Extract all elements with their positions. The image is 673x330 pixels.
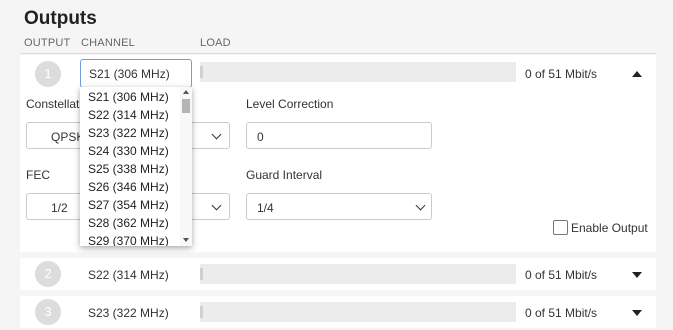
scrollbar-thumb[interactable] (182, 99, 190, 113)
caret-down-icon[interactable] (632, 310, 642, 316)
channel-value: S23 (322 MHz) (88, 306, 169, 320)
level-correction-label: Level Correction (246, 97, 334, 111)
dropdown-option[interactable]: S27 (354 MHz) (88, 198, 169, 212)
load-bar (200, 264, 516, 284)
dropdown-option[interactable]: S21 (306 MHz) (88, 90, 169, 104)
output-number-badge: 2 (35, 261, 61, 287)
fec-label: FEC (26, 168, 50, 182)
fec-value: 1/2 (51, 201, 68, 215)
dropdown-option[interactable]: S26 (346 MHz) (88, 180, 169, 194)
column-header-load: LOAD (200, 37, 231, 49)
dropdown-option[interactable]: S28 (362 MHz) (88, 216, 169, 230)
load-bar (200, 302, 516, 322)
output-card-2[interactable]: 2 S22 (314 MHz) 0 of 51 Mbit/s (20, 258, 656, 290)
load-bar-fill (200, 268, 203, 280)
level-correction-value: 0 (257, 130, 264, 144)
guard-interval-value: 1/4 (257, 201, 274, 215)
guard-interval-label: Guard Interval (246, 168, 323, 182)
dropdown-scrollbar[interactable] (180, 87, 192, 246)
guard-interval-select[interactable]: 1/4 (246, 193, 432, 220)
level-correction-input[interactable]: 0 (246, 122, 432, 149)
page-title: Outputs (24, 8, 97, 29)
dropdown-option[interactable]: S25 (338 MHz) (88, 162, 169, 176)
load-rate: 0 of 51 Mbit/s (525, 67, 598, 81)
load-rate: 0 of 51 Mbit/s (525, 268, 598, 282)
dropdown-option[interactable]: S24 (330 MHz) (88, 144, 169, 158)
scroll-down-icon[interactable] (183, 238, 189, 242)
load-bar-fill (200, 306, 203, 318)
chevron-down-icon (415, 200, 426, 211)
channel-value: S22 (314 MHz) (88, 268, 169, 282)
channel-dropdown-list: S21 (306 MHz) S22 (314 MHz) S23 (322 MHz… (80, 87, 192, 246)
caret-down-icon[interactable] (632, 272, 642, 278)
channel-select[interactable]: S21 (306 MHz) (80, 59, 192, 88)
header-divider (20, 53, 656, 54)
dropdown-option[interactable]: S29 (370 MHz) (88, 234, 169, 246)
column-header-channel: CHANNEL (81, 37, 135, 49)
load-bar (200, 62, 516, 82)
caret-up-icon[interactable] (632, 71, 642, 77)
scroll-up-icon[interactable] (183, 90, 189, 94)
dropdown-option[interactable]: S22 (314 MHz) (88, 108, 169, 122)
chevron-down-icon (211, 200, 222, 211)
load-bar-fill (200, 66, 203, 78)
output-number-badge: 3 (35, 299, 61, 325)
column-header-output: OUTPUT (24, 37, 71, 49)
enable-output-label: Enable Output (571, 221, 648, 235)
dropdown-option[interactable]: S23 (322 MHz) (88, 126, 169, 140)
enable-output-checkbox[interactable] (553, 220, 568, 235)
output-number-badge: 1 (35, 61, 61, 87)
output-card-3[interactable]: 3 S23 (322 MHz) 0 of 51 Mbit/s (20, 296, 656, 328)
channel-select-value: S21 (306 MHz) (89, 67, 170, 81)
load-rate: 0 of 51 Mbit/s (525, 306, 598, 320)
chevron-down-icon (211, 129, 222, 140)
